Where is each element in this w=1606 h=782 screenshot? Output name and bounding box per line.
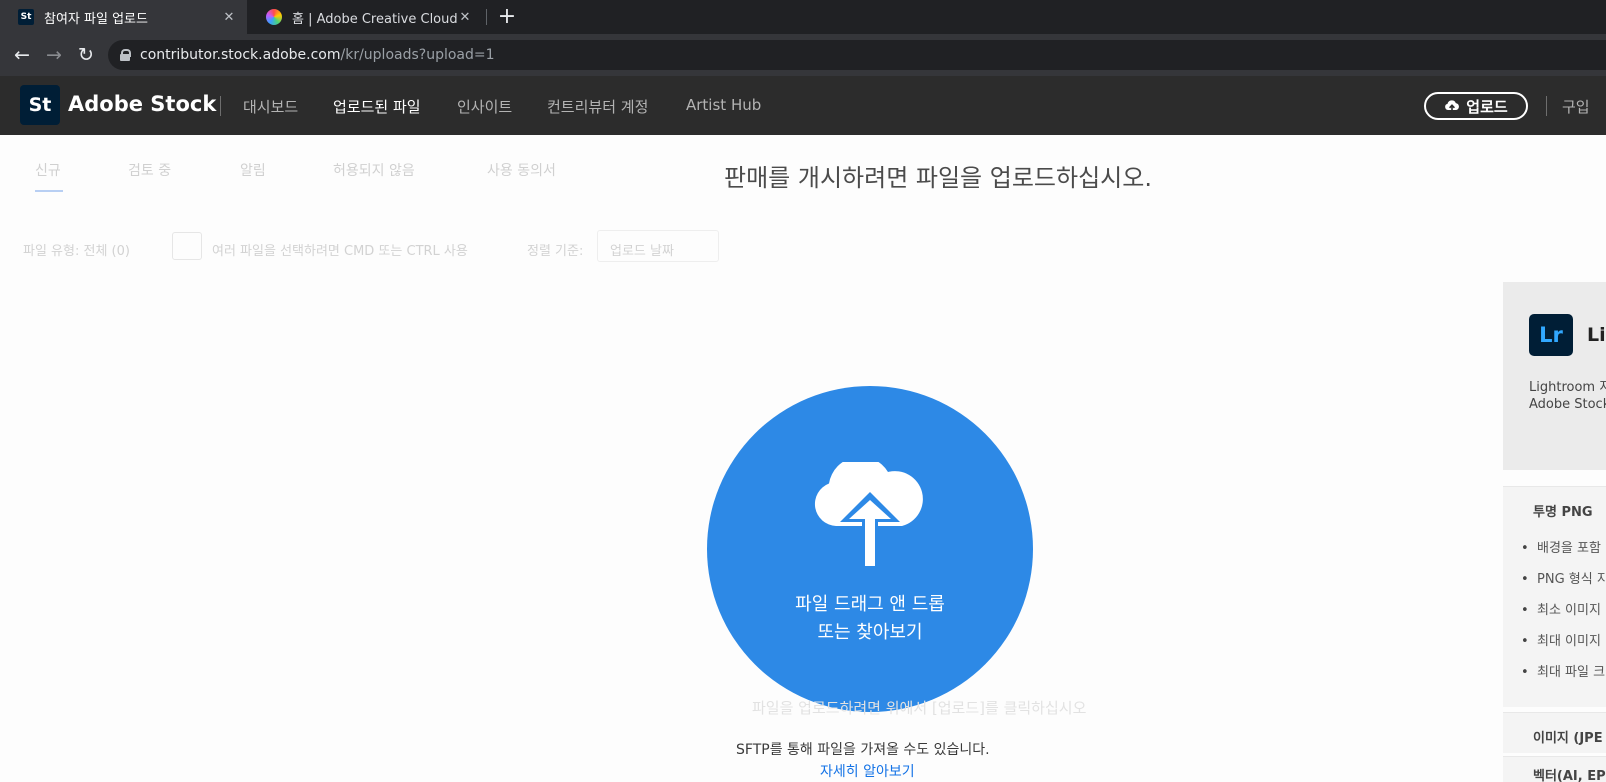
- image-requirements-header: 이미지 (JPE: [1533, 731, 1603, 746]
- brand-name[interactable]: Adobe Stock: [68, 92, 216, 116]
- forward-arrow-icon[interactable]: →: [42, 43, 66, 67]
- adobe-stock-logo[interactable]: St: [20, 85, 60, 125]
- lightroom-text-line-2: Adobe Stock: [1529, 397, 1606, 412]
- png-requirement-item: 최소 이미지: [1521, 599, 1601, 618]
- select-all-checkbox[interactable]: [172, 232, 202, 260]
- subtab-releases[interactable]: 사용 동의서: [487, 160, 556, 180]
- subtab-notifications[interactable]: 알림: [240, 160, 266, 180]
- browser-tab-bar: St 참여자 파일 업로드 ✕ 홈 | Adobe Creative Cloud…: [0, 0, 1606, 34]
- lightroom-title: Lig: [1587, 324, 1606, 346]
- upload-button-label: 업로드: [1466, 97, 1508, 116]
- nav-dashboard[interactable]: 대시보드: [243, 96, 298, 117]
- url-host: contributor.stock.adobe.com: [140, 47, 341, 63]
- header-divider: [220, 96, 221, 116]
- close-tab-icon[interactable]: ✕: [457, 10, 473, 25]
- image-requirements-card[interactable]: 이미지 (JPE: [1503, 712, 1606, 753]
- address-bar[interactable]: contributor.stock.adobe.com/kr/uploads?u…: [108, 40, 1606, 70]
- subtab-new[interactable]: 신규: [35, 160, 61, 180]
- lightroom-text-line-1: Lightroom 지: [1529, 380, 1606, 395]
- file-type-filter[interactable]: 파일 유형: 전체 (0): [23, 240, 130, 259]
- png-requirement-item: 최대 이미지: [1521, 630, 1601, 649]
- drop-zone[interactable]: 파일 드래그 앤 드롭 또는 찾아보기: [707, 386, 1033, 712]
- sort-label: 정렬 기준:: [527, 244, 584, 259]
- tab-title: 참여자 파일 업로드: [44, 11, 148, 27]
- drop-zone-line-2: 또는 찾아보기: [817, 622, 923, 643]
- close-tab-icon[interactable]: ✕: [221, 10, 237, 25]
- nav-buy[interactable]: 구입: [1562, 96, 1590, 117]
- sftp-text: SFTP를 통해 파일을 가져올 수도 있습니다.: [736, 742, 990, 758]
- png-requirement-item: 최대 파일 크: [1521, 661, 1605, 680]
- faded-upload-hint: 파일을 업로드하려면 위에서 [업로드]를 클릭하십시오: [752, 699, 1087, 717]
- new-tab-button[interactable]: +: [494, 4, 520, 30]
- subtab-not-accepted[interactable]: 허용되지 않음: [333, 160, 415, 180]
- png-requirement-item: 배경을 포함: [1521, 537, 1601, 556]
- page-headline: 판매를 개시하려면 파일을 업로드하십시오.: [724, 164, 1152, 192]
- upload-button[interactable]: 업로드: [1424, 92, 1528, 120]
- site-header: St Adobe Stock 대시보드 업로드된 파일 인사이트 컨트리뷰터 계…: [0, 76, 1606, 135]
- drop-zone-line-1: 파일 드래그 앤 드롭: [795, 594, 945, 615]
- browser-toolbar: ← → ↻ contributor.stock.adobe.com/kr/upl…: [0, 34, 1606, 76]
- back-arrow-icon[interactable]: ←: [10, 43, 34, 67]
- cloud-upload-icon: [814, 462, 923, 570]
- tab-creative-cloud[interactable]: 홈 | Adobe Creative Cloud ✕: [248, 0, 483, 34]
- lock-icon[interactable]: [120, 49, 131, 61]
- url-text: contributor.stock.adobe.com/kr/uploads?u…: [140, 47, 495, 63]
- vector-requirements-card[interactable]: 벡터(AI, EPS: [1503, 756, 1606, 782]
- cloud-upload-icon: [1445, 100, 1460, 112]
- multi-select-hint: 여러 파일을 선택하려면 CMD 또는 CTRL 사용: [212, 244, 468, 259]
- reload-icon[interactable]: ↻: [74, 43, 98, 67]
- png-requirements-header[interactable]: 투명 PNG: [1533, 501, 1593, 520]
- adobe-stock-favicon-icon: St: [18, 9, 34, 25]
- url-path: /kr/uploads?upload=1: [340, 47, 495, 63]
- nav-insights[interactable]: 인사이트: [457, 96, 512, 117]
- learn-more-link[interactable]: 자세히 알아보기: [820, 761, 915, 781]
- png-requirement-item: PNG 형식 지: [1521, 568, 1606, 587]
- sort-value: 업로드 날짜: [610, 244, 674, 259]
- tab-contributor-upload[interactable]: St 참여자 파일 업로드 ✕: [0, 0, 247, 34]
- nav-artist-hub[interactable]: Artist Hub: [686, 96, 761, 114]
- header-divider: [1546, 96, 1547, 116]
- png-requirements-card: 투명 PNG 배경을 포함 PNG 형식 지 최소 이미지 최대 이미지 최대 …: [1503, 486, 1606, 707]
- lightroom-promo-panel: Lr Lig Lightroom 지 Adobe Stock: [1503, 282, 1606, 470]
- subtab-in-review[interactable]: 검토 중: [128, 160, 171, 180]
- subtab-active-indicator: [35, 190, 63, 192]
- tab-title: 홈 | Adobe Creative Cloud: [292, 11, 457, 27]
- creative-cloud-favicon-icon: [266, 9, 282, 25]
- vector-requirements-header: 벡터(AI, EPS: [1533, 769, 1606, 782]
- nav-contributor-account[interactable]: 컨트리뷰터 계정: [547, 96, 648, 117]
- tab-separator: [486, 9, 487, 25]
- lightroom-logo: Lr: [1529, 314, 1573, 356]
- nav-uploaded-files[interactable]: 업로드된 파일: [333, 96, 421, 117]
